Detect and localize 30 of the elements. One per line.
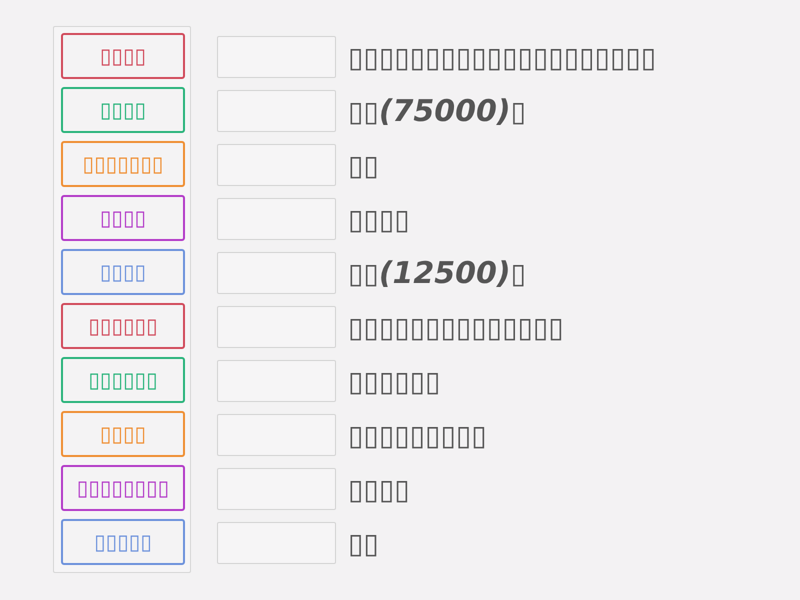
answer-tile[interactable]: ▯▯▯▯: [61, 195, 185, 241]
prompt-text: ▯▯(12500)▯: [348, 256, 526, 290]
prompt-text: ▯▯▯▯: [348, 202, 410, 236]
prompt-text: ▯▯▯▯▯▯▯▯▯▯▯▯▯▯▯▯▯▯▯▯: [348, 40, 656, 74]
answer-box[interactable]: [217, 198, 336, 240]
answer-tile[interactable]: ▯▯▯▯▯▯▯▯: [61, 465, 185, 511]
prompt-text: ▯▯: [348, 526, 379, 560]
answer-tile[interactable]: ▯▯▯▯▯: [61, 519, 185, 565]
prompt-text: ▯▯(75000)▯: [348, 94, 526, 128]
answer-box[interactable]: [217, 414, 336, 456]
answer-box[interactable]: [217, 36, 336, 78]
answer-box[interactable]: [217, 252, 336, 294]
answer-box[interactable]: [217, 522, 336, 564]
prompt-text: ▯▯: [348, 148, 379, 182]
answer-tile[interactable]: ▯▯▯▯▯▯▯: [61, 141, 185, 187]
prompt-text: ▯▯▯▯: [348, 472, 410, 506]
answer-tile[interactable]: ▯▯▯▯: [61, 411, 185, 457]
answer-tile[interactable]: ▯▯▯▯▯▯: [61, 357, 185, 403]
answer-box[interactable]: [217, 90, 336, 132]
answer-tile[interactable]: ▯▯▯▯: [61, 33, 185, 79]
answer-box[interactable]: [217, 306, 336, 348]
prompt-text: ▯▯▯▯▯▯: [348, 364, 440, 398]
answer-box[interactable]: [217, 360, 336, 402]
answer-tile[interactable]: ▯▯▯▯▯▯: [61, 303, 185, 349]
answer-tile[interactable]: ▯▯▯▯: [61, 87, 185, 133]
prompt-text: ▯▯▯▯▯▯▯▯▯: [348, 418, 487, 452]
prompt-text: ▯▯▯▯▯▯▯▯▯▯▯▯▯▯: [348, 310, 564, 344]
answer-box[interactable]: [217, 144, 336, 186]
answer-box[interactable]: [217, 468, 336, 510]
answer-tile[interactable]: ▯▯▯▯: [61, 249, 185, 295]
